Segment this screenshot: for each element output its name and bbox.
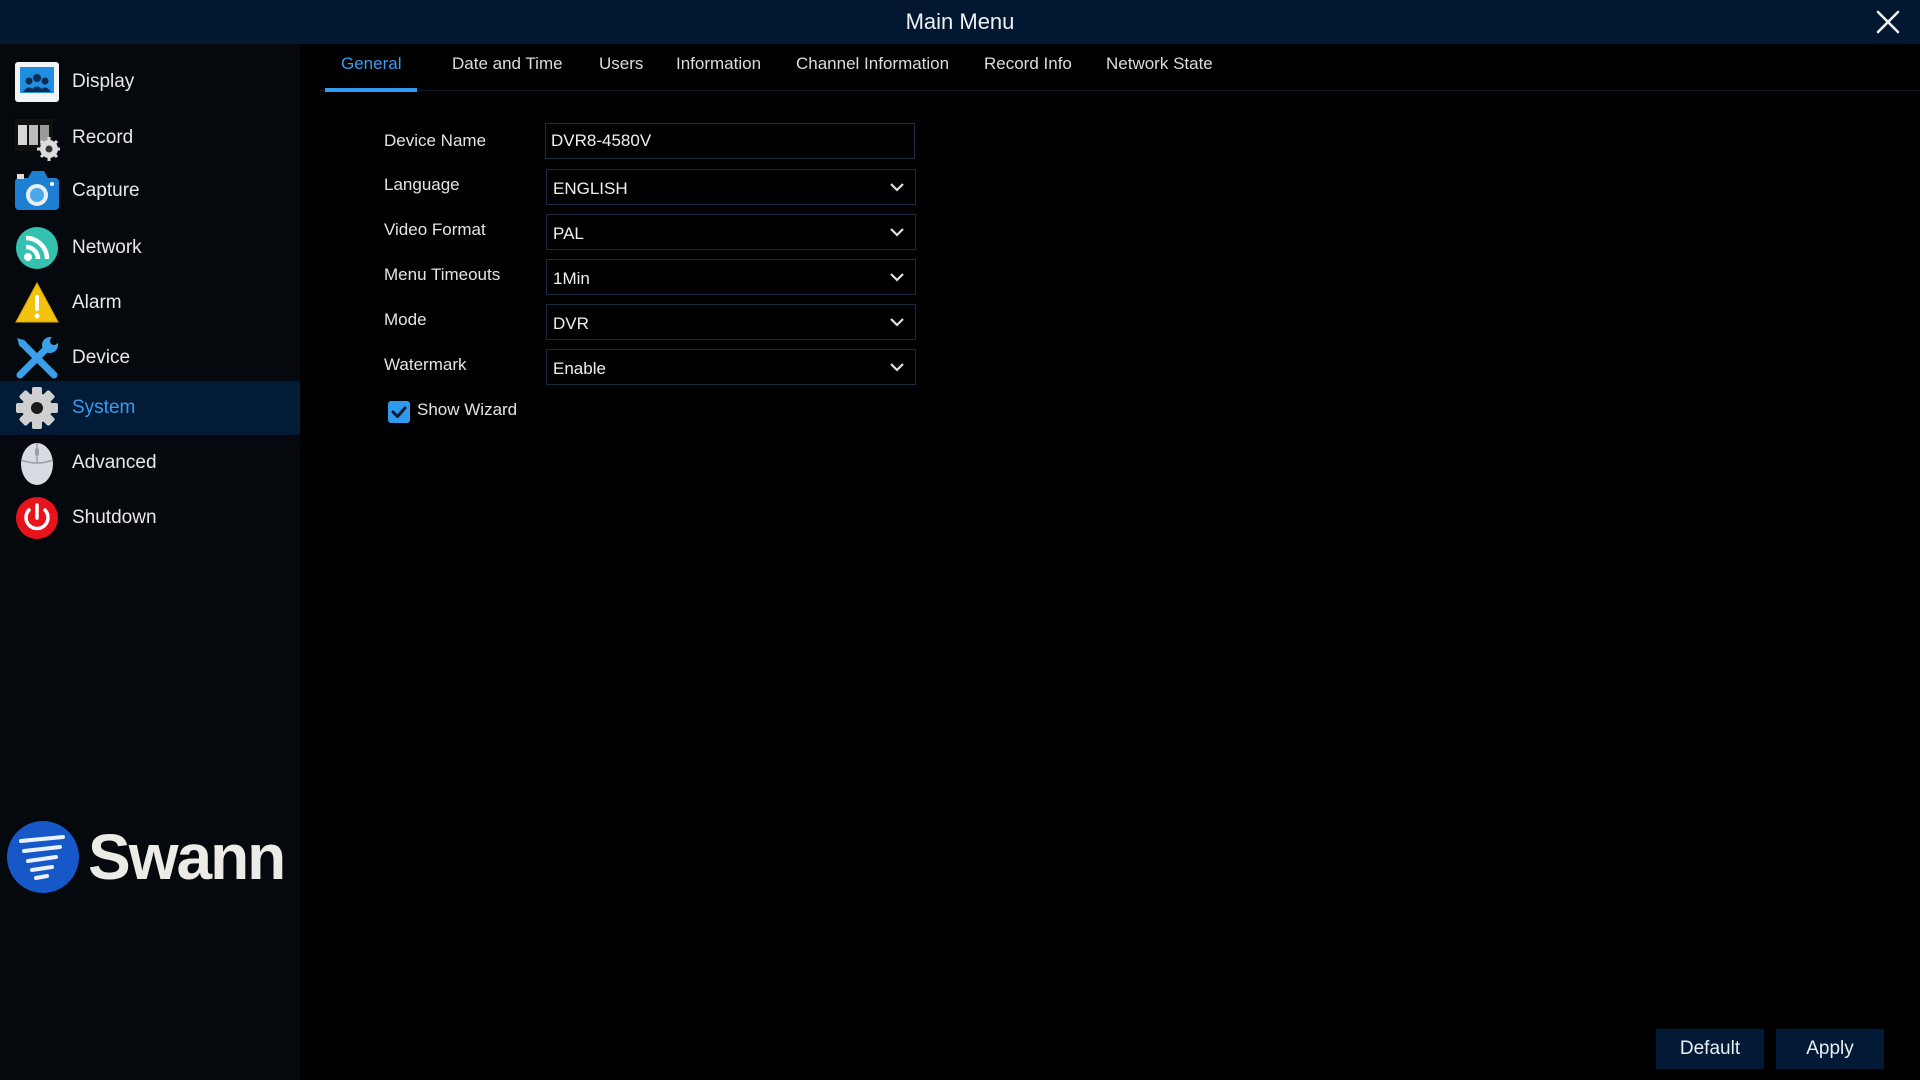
chevron-down-icon <box>890 363 904 372</box>
sidebar-item-capture[interactable]: Capture <box>0 164 300 218</box>
mouse-icon <box>20 443 54 485</box>
chevron-down-icon <box>890 318 904 327</box>
window-title: Main Menu <box>905 9 1015 34</box>
sidebar-item-system[interactable]: System <box>0 381 300 435</box>
tab-record-info[interactable]: Record Info <box>984 44 1072 91</box>
tab-network-state[interactable]: Network State <box>1106 44 1213 91</box>
device-name-field[interactable] <box>546 124 914 158</box>
sidebar-item-alarm[interactable]: Alarm <box>0 276 300 330</box>
sidebar-item-label: Capture <box>72 180 140 201</box>
sidebar-item-device[interactable]: Device <box>0 331 300 385</box>
device-name-label: Device Name <box>384 131 487 150</box>
camera-icon <box>15 171 59 210</box>
sidebar-item-label: Network <box>72 237 142 258</box>
device-name-input[interactable] <box>545 123 915 159</box>
sidebar-item-label: Record <box>72 127 134 148</box>
menu-timeouts-label: Menu Timeouts <box>384 265 501 284</box>
watermark-select[interactable]: Enable <box>546 349 916 385</box>
tab-users[interactable]: Users <box>599 44 643 91</box>
main-panel: General Date and Time Users Information … <box>300 44 1920 1080</box>
watermark-value: Enable <box>553 359 606 378</box>
network-icon <box>16 227 58 269</box>
title-bar: Main Menu <box>0 0 1920 44</box>
show-wizard-label[interactable]: Show Wizard <box>417 400 517 420</box>
sidebar-item-label: Display <box>72 71 135 92</box>
menu-timeouts-select[interactable]: 1Min <box>546 259 916 295</box>
video-format-label: Video Format <box>384 220 486 239</box>
swann-logo: Swann <box>5 819 297 895</box>
chevron-down-icon <box>890 273 904 282</box>
tab-information[interactable]: Information <box>676 44 761 91</box>
sidebar-item-label: Device <box>72 347 131 368</box>
alarm-icon <box>15 281 59 323</box>
device-tools-icon <box>16 337 58 379</box>
mode-select[interactable]: DVR <box>546 304 916 340</box>
language-value: ENGLISH <box>553 179 628 198</box>
sidebar-item-label: Alarm <box>72 292 122 313</box>
tab-bar: General Date and Time Users Information … <box>320 44 1920 92</box>
video-format-select[interactable]: PAL <box>546 214 916 250</box>
tab-date-and-time[interactable]: Date and Time <box>452 44 563 91</box>
record-icon <box>15 119 60 161</box>
sidebar-item-record[interactable]: Record <box>0 111 300 165</box>
sidebar-item-shutdown[interactable]: Shutdown <box>0 491 300 545</box>
language-select[interactable]: ENGLISH <box>546 169 916 205</box>
display-icon <box>15 62 59 102</box>
chevron-down-icon <box>890 183 904 192</box>
tab-general[interactable]: General <box>324 44 419 92</box>
chevron-down-icon <box>890 228 904 237</box>
watermark-label: Watermark <box>384 355 467 374</box>
language-label: Language <box>384 175 460 194</box>
mode-label: Mode <box>384 310 427 329</box>
apply-button[interactable]: Apply <box>1776 1029 1884 1069</box>
sidebar-item-label: System <box>72 397 136 418</box>
tab-channel-information[interactable]: Channel Information <box>796 44 949 91</box>
video-format-value: PAL <box>553 224 584 243</box>
sidebar: Display Record Capture Network Alarm Dev… <box>0 44 300 1080</box>
checkmark-icon <box>391 406 407 418</box>
gear-icon <box>16 387 58 429</box>
sidebar-item-label: Shutdown <box>72 507 157 528</box>
menu-timeouts-value: 1Min <box>553 269 590 288</box>
sidebar-item-label: Advanced <box>72 452 157 473</box>
show-wizard-checkbox[interactable] <box>388 401 410 423</box>
default-button[interactable]: Default <box>1656 1029 1764 1069</box>
sidebar-item-network[interactable]: Network <box>0 221 300 275</box>
sidebar-item-advanced[interactable]: Advanced <box>0 436 300 490</box>
close-icon <box>1876 10 1900 34</box>
mode-value: DVR <box>553 314 589 333</box>
close-button[interactable] <box>1874 8 1902 36</box>
power-icon <box>16 497 58 539</box>
logo-text: Swann <box>88 821 286 893</box>
swann-logo-icon <box>7 821 79 893</box>
sidebar-item-display[interactable]: Display <box>0 55 300 109</box>
